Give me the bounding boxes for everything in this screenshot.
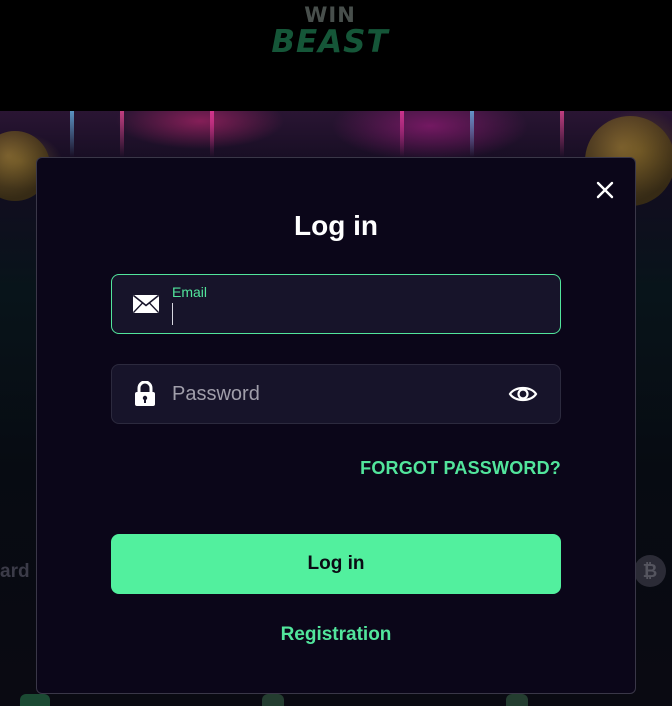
- email-field[interactable]: Email: [111, 274, 561, 334]
- site-logo[interactable]: WIN BEAST: [266, 4, 394, 64]
- close-button[interactable]: [593, 178, 617, 202]
- registration-link[interactable]: Registration: [37, 624, 635, 646]
- login-modal: Log in Email FORGOT PASSWORD? Log in Reg…: [36, 157, 636, 694]
- top-bar: WIN BEAST: [0, 0, 672, 111]
- light-streak: [120, 111, 124, 157]
- light-streak: [400, 111, 404, 157]
- modal-title: Log in: [294, 210, 378, 241]
- lock-icon: [134, 380, 156, 412]
- light-streak: [470, 111, 474, 157]
- background-nav-peek: [262, 694, 284, 706]
- logo-text-bottom: BEAST: [271, 24, 389, 60]
- close-icon: [596, 181, 614, 199]
- background-nav-peek: [20, 694, 50, 706]
- password-field[interactable]: [111, 364, 561, 424]
- password-input[interactable]: [172, 365, 492, 423]
- light-streak: [70, 111, 74, 157]
- light-streak: [560, 111, 564, 157]
- envelope-icon: [132, 294, 160, 319]
- show-password-toggle[interactable]: [508, 383, 538, 405]
- bitcoin-icon: ₿: [634, 555, 666, 587]
- light-streak: [210, 111, 214, 157]
- forgot-password-link[interactable]: FORGOT PASSWORD?: [337, 458, 561, 479]
- background-side-text: ard: [0, 561, 30, 582]
- logo-text-top: WIN: [304, 3, 356, 27]
- login-submit-button[interactable]: Log in: [111, 534, 561, 594]
- email-input[interactable]: [172, 293, 492, 331]
- background-nav-peek: [506, 694, 528, 706]
- eye-icon: [508, 386, 538, 402]
